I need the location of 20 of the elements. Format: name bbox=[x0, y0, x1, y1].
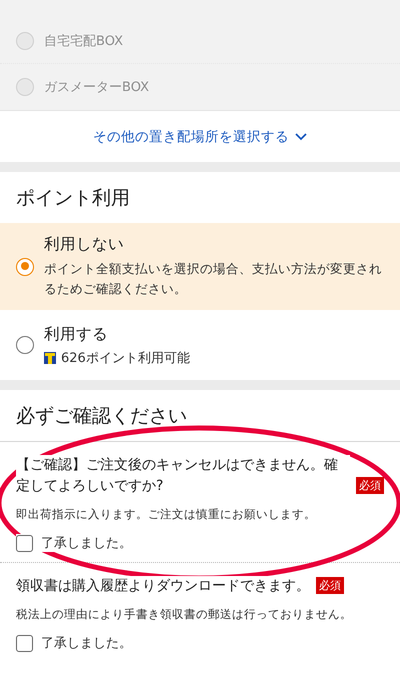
required-badge: 必須 bbox=[316, 577, 344, 594]
section-title: 必ずご確認ください bbox=[16, 404, 187, 428]
point-option[interactable]: 利用しない ポイント全額支払いを選択の場合、支払い方法が変更されるためご確認ください。 bbox=[0, 223, 400, 310]
checkbox-label: 了承しました。 bbox=[41, 635, 132, 652]
checkbox-label: 了承しました。 bbox=[41, 535, 132, 552]
option-label: ガスメーターBOX bbox=[44, 78, 149, 96]
more-options-link[interactable]: その他の置き配場所を選択する bbox=[93, 128, 307, 146]
section-title: ポイント利用 bbox=[16, 186, 130, 210]
required-badge: 必須 bbox=[356, 477, 384, 494]
points-balance: 626ポイント利用可能 bbox=[61, 350, 190, 366]
point-card-icon bbox=[44, 352, 56, 364]
checkbox[interactable] bbox=[16, 534, 33, 552]
option-note: ポイント全額支払いを選択の場合、支払い方法が変更されるためご確認ください。 bbox=[44, 260, 383, 298]
option-label: 自宅宅配BOX bbox=[44, 32, 123, 50]
option-label: 利用する bbox=[44, 324, 109, 344]
option-label: 利用しない bbox=[44, 234, 125, 255]
radio-button[interactable] bbox=[16, 258, 34, 276]
checkbox[interactable] bbox=[16, 634, 33, 652]
radio-button[interactable] bbox=[16, 336, 34, 354]
chevron-down-icon bbox=[295, 132, 307, 140]
